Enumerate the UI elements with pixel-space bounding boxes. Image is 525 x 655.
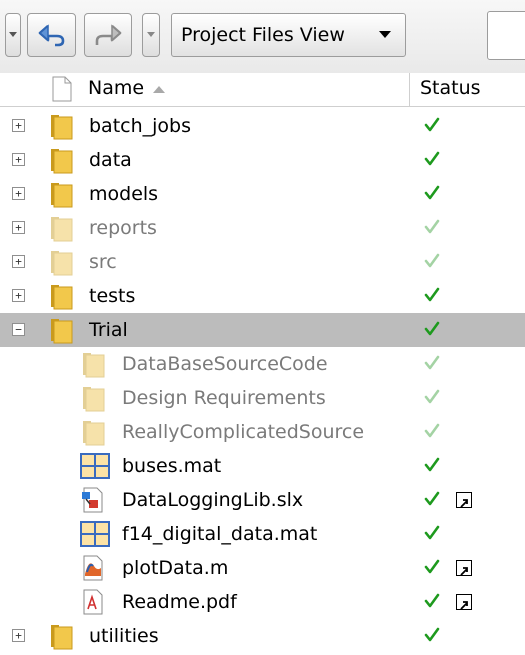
expand-icon[interactable]: + (12, 153, 25, 166)
folder-icon (48, 180, 74, 213)
item-name: plotData.m (122, 557, 229, 579)
status-check-icon (424, 320, 440, 342)
shortcut-icon[interactable] (456, 560, 472, 576)
item-name: DataBaseSourceCode (122, 353, 328, 375)
status-check-icon (424, 558, 440, 580)
mat-file-icon (80, 452, 110, 485)
folder-icon (48, 248, 74, 281)
tree-row[interactable]: Readme.pdf (0, 585, 525, 619)
dropdown-small-icon (147, 32, 155, 37)
tree-row[interactable]: + tests (0, 279, 525, 313)
sort-ascending-icon[interactable] (153, 85, 165, 93)
mat-file-icon (80, 520, 110, 553)
folder-icon (80, 384, 106, 417)
expand-icon[interactable]: + (12, 119, 25, 132)
item-name: Design Requirements (122, 387, 326, 409)
name-column-header[interactable]: Name (88, 77, 144, 99)
folder-icon (48, 214, 74, 247)
folder-icon (48, 316, 74, 349)
tree-row[interactable]: − Trial (0, 313, 525, 347)
search-input[interactable] (487, 11, 525, 60)
pdf-file-icon (80, 588, 106, 621)
forward-button[interactable] (84, 13, 132, 57)
item-name: DataLoggingLib.slx (122, 489, 304, 511)
item-name: batch_jobs (89, 115, 192, 137)
status-check-icon (424, 150, 440, 172)
item-name: buses.mat (122, 455, 222, 477)
chevron-down-icon (379, 31, 391, 38)
column-header: Name Status (0, 73, 525, 107)
tree-row[interactable]: + models (0, 177, 525, 211)
tree-row[interactable]: + data (0, 143, 525, 177)
expand-icon[interactable]: + (12, 255, 25, 268)
item-name: ReallyComplicatedSource (122, 421, 365, 443)
shortcut-icon[interactable] (456, 492, 472, 508)
status-check-icon (424, 524, 440, 546)
status-column-header[interactable]: Status (420, 77, 481, 99)
file-icon (52, 76, 72, 102)
view-select[interactable]: Project Files View (171, 13, 406, 57)
expand-icon[interactable]: + (12, 289, 25, 302)
folder-icon (48, 622, 74, 655)
expand-icon[interactable]: + (12, 629, 25, 642)
file-tree: + batch_jobs + data + models + reports + src + test… (0, 109, 525, 653)
tree-row[interactable]: + reports (0, 211, 525, 245)
status-check-icon (424, 626, 440, 648)
status-check-icon (424, 388, 440, 410)
status-check-icon (424, 286, 440, 308)
tree-row[interactable]: Design Requirements (0, 381, 525, 415)
item-name: utilities (89, 625, 159, 647)
item-name: Trial (89, 319, 128, 341)
folder-icon (48, 146, 74, 179)
expand-icon[interactable]: + (12, 187, 25, 200)
back-button[interactable] (27, 13, 76, 57)
shortcut-icon[interactable] (456, 594, 472, 610)
folder-icon (48, 282, 74, 315)
tree-row[interactable]: ReallyComplicatedSource (0, 415, 525, 449)
tree-row[interactable]: + src (0, 245, 525, 279)
redo-arrow-icon (95, 24, 122, 45)
tree-row[interactable]: + utilities (0, 619, 525, 653)
status-check-icon (424, 592, 440, 614)
folder-icon (48, 112, 74, 145)
item-name: tests (89, 285, 136, 307)
tree-row[interactable]: + batch_jobs (0, 109, 525, 143)
status-check-icon (424, 422, 440, 444)
item-name: src (89, 251, 117, 273)
status-check-icon (424, 456, 440, 478)
expand-icon[interactable]: + (12, 221, 25, 234)
dropdown-small-icon (9, 32, 17, 37)
folder-icon (80, 350, 106, 383)
history-dropdown-button[interactable] (142, 13, 160, 57)
tree-row[interactable]: plotData.m (0, 551, 525, 585)
view-select-label: Project Files View (181, 24, 345, 46)
item-name: data (89, 149, 132, 171)
status-check-icon (424, 218, 440, 240)
tree-row[interactable]: f14_digital_data.mat (0, 517, 525, 551)
matlab-script-icon (80, 554, 106, 587)
status-check-icon (424, 354, 440, 376)
status-check-icon (424, 116, 440, 138)
collapse-icon[interactable]: − (12, 323, 25, 336)
tree-row[interactable]: buses.mat (0, 449, 525, 483)
undo-arrow-icon (38, 24, 64, 47)
toolbar: Project Files View (0, 0, 525, 74)
item-name: models (89, 183, 159, 205)
tree-row[interactable]: DataBaseSourceCode (0, 347, 525, 381)
status-check-icon (424, 490, 440, 512)
toolbar-menu-button[interactable] (5, 13, 21, 57)
folder-icon (80, 418, 106, 451)
item-name: reports (89, 217, 157, 239)
item-name: f14_digital_data.mat (122, 523, 318, 545)
status-check-icon (424, 252, 440, 274)
item-name: Readme.pdf (122, 591, 237, 613)
status-check-icon (424, 184, 440, 206)
tree-row[interactable]: DataLoggingLib.slx (0, 483, 525, 517)
column-divider[interactable] (409, 73, 410, 106)
simulink-model-icon (80, 486, 106, 519)
